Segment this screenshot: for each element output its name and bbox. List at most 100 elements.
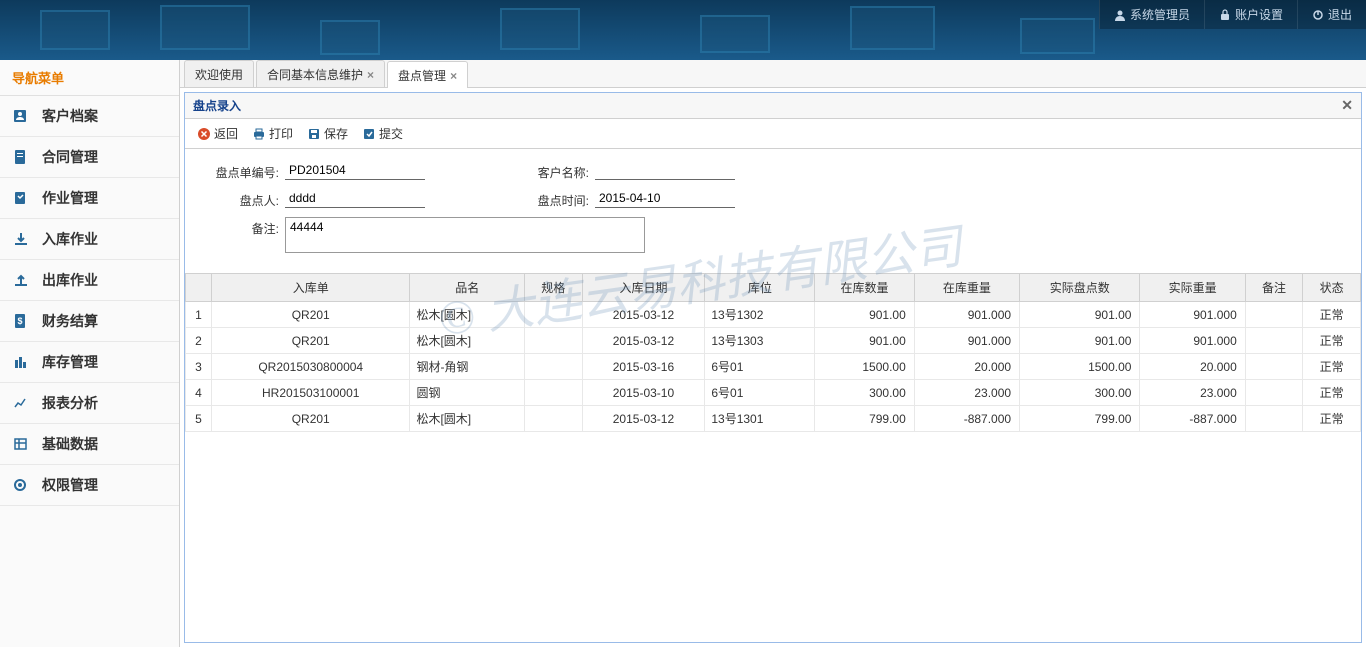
tab-0[interactable]: 欢迎使用 bbox=[184, 60, 254, 87]
column-header[interactable]: 库位 bbox=[705, 274, 815, 302]
nav-icon bbox=[12, 231, 32, 247]
cell-date: 2015-03-16 bbox=[582, 354, 705, 380]
time-input[interactable] bbox=[595, 189, 735, 208]
cell-loc: 13号1303 bbox=[705, 328, 815, 354]
sidebar-item-6[interactable]: 库存管理 bbox=[0, 342, 179, 383]
column-header[interactable]: 入库日期 bbox=[582, 274, 705, 302]
cell-name: 松木[圆木] bbox=[410, 302, 525, 328]
cell-name: 松木[圆木] bbox=[410, 328, 525, 354]
cell-inno: QR201 bbox=[212, 406, 410, 432]
cell-name: 松木[圆木] bbox=[410, 406, 525, 432]
row-num: 3 bbox=[186, 354, 212, 380]
cell-actwt: -887.000 bbox=[1140, 406, 1245, 432]
table-row[interactable]: 5QR201松木[圆木]2015-03-1213号1301799.00-887.… bbox=[186, 406, 1361, 432]
column-header[interactable]: 在库数量 bbox=[815, 274, 914, 302]
cell-spec bbox=[524, 328, 582, 354]
back-button[interactable]: 返回 bbox=[191, 123, 244, 144]
cell-qty: 300.00 bbox=[815, 380, 914, 406]
user-button[interactable]: 系统管理员 bbox=[1099, 0, 1204, 29]
sidebar-item-4[interactable]: 出库作业 bbox=[0, 260, 179, 301]
cell-name: 圆钢 bbox=[410, 380, 525, 406]
column-header[interactable]: 规格 bbox=[524, 274, 582, 302]
remark-textarea[interactable] bbox=[285, 217, 645, 253]
column-header[interactable]: 状态 bbox=[1303, 274, 1361, 302]
cell-date: 2015-03-10 bbox=[582, 380, 705, 406]
cell-actwt: 901.000 bbox=[1140, 302, 1245, 328]
sidebar-item-7[interactable]: 报表分析 bbox=[0, 383, 179, 424]
cell-date: 2015-03-12 bbox=[582, 406, 705, 432]
nav-icon bbox=[12, 477, 32, 493]
panel: 盘点录入 ✕ 返回 打印 保存 bbox=[184, 92, 1362, 643]
column-header[interactable] bbox=[186, 274, 212, 302]
nav-icon bbox=[12, 354, 32, 370]
sidebar-item-label: 基础数据 bbox=[42, 434, 98, 454]
cell-spec bbox=[524, 380, 582, 406]
nav-icon bbox=[12, 149, 32, 165]
column-header[interactable]: 在库重量 bbox=[914, 274, 1019, 302]
cell-qty: 901.00 bbox=[815, 328, 914, 354]
column-header[interactable]: 备注 bbox=[1245, 274, 1303, 302]
person-label: 盘点人: bbox=[205, 189, 285, 209]
tab-label: 欢迎使用 bbox=[195, 66, 243, 83]
panel-title-text: 盘点录入 bbox=[193, 97, 241, 114]
nav-icon bbox=[12, 190, 32, 206]
sidebar-item-3[interactable]: 入库作业 bbox=[0, 219, 179, 260]
cell-actqty: 300.00 bbox=[1020, 380, 1140, 406]
cell-actwt: 20.000 bbox=[1140, 354, 1245, 380]
cell-qty: 901.00 bbox=[815, 302, 914, 328]
sidebar-item-1[interactable]: 合同管理 bbox=[0, 137, 179, 178]
cell-inno: HR201503100001 bbox=[212, 380, 410, 406]
cell-actwt: 23.000 bbox=[1140, 380, 1245, 406]
sidebar-item-label: 合同管理 bbox=[42, 147, 98, 167]
cell-remark bbox=[1245, 302, 1303, 328]
row-num: 2 bbox=[186, 328, 212, 354]
cell-status: 正常 bbox=[1303, 354, 1361, 380]
cell-wt: 23.000 bbox=[914, 380, 1019, 406]
cell-spec bbox=[524, 354, 582, 380]
cell-status: 正常 bbox=[1303, 406, 1361, 432]
tab-close-icon[interactable]: × bbox=[450, 69, 457, 83]
column-header[interactable]: 品名 bbox=[410, 274, 525, 302]
cell-actqty: 1500.00 bbox=[1020, 354, 1140, 380]
print-label: 打印 bbox=[269, 125, 293, 142]
cell-status: 正常 bbox=[1303, 302, 1361, 328]
panel-close-icon[interactable]: ✕ bbox=[1341, 97, 1353, 114]
column-header[interactable]: 实际盘点数 bbox=[1020, 274, 1140, 302]
column-header[interactable]: 实际重量 bbox=[1140, 274, 1245, 302]
save-button[interactable]: 保存 bbox=[301, 123, 354, 144]
sidebar-item-8[interactable]: 基础数据 bbox=[0, 424, 179, 465]
cell-name: 钢材-角钢 bbox=[410, 354, 525, 380]
submit-label: 提交 bbox=[379, 125, 403, 142]
print-button[interactable]: 打印 bbox=[246, 123, 299, 144]
submit-button[interactable]: 提交 bbox=[356, 123, 409, 144]
printer-icon bbox=[252, 127, 266, 141]
table-row[interactable]: 1QR201松木[圆木]2015-03-1213号1302901.00901.0… bbox=[186, 302, 1361, 328]
sidebar-item-label: 财务结算 bbox=[42, 311, 98, 331]
table-row[interactable]: 4HR201503100001圆钢2015-03-106号01300.0023.… bbox=[186, 380, 1361, 406]
table-row[interactable]: 3QR2015030800004钢材-角钢2015-03-166号011500.… bbox=[186, 354, 1361, 380]
person-input[interactable] bbox=[285, 189, 425, 208]
cell-status: 正常 bbox=[1303, 380, 1361, 406]
sidebar-item-0[interactable]: 客户档案 bbox=[0, 96, 179, 137]
tab-1[interactable]: 合同基本信息维护× bbox=[256, 60, 385, 87]
code-input[interactable] bbox=[285, 161, 425, 180]
tab-2[interactable]: 盘点管理× bbox=[387, 61, 468, 88]
account-button[interactable]: 账户设置 bbox=[1204, 0, 1297, 29]
cell-actqty: 901.00 bbox=[1020, 328, 1140, 354]
cell-wt: 901.000 bbox=[914, 328, 1019, 354]
sidebar-item-9[interactable]: 权限管理 bbox=[0, 465, 179, 506]
cell-wt: -887.000 bbox=[914, 406, 1019, 432]
cell-date: 2015-03-12 bbox=[582, 302, 705, 328]
table-row[interactable]: 2QR201松木[圆木]2015-03-1213号1303901.00901.0… bbox=[186, 328, 1361, 354]
tab-close-icon[interactable]: × bbox=[367, 68, 374, 82]
save-icon bbox=[307, 127, 321, 141]
sidebar-item-2[interactable]: 作业管理 bbox=[0, 178, 179, 219]
cell-remark bbox=[1245, 380, 1303, 406]
column-header[interactable]: 入库单 bbox=[212, 274, 410, 302]
sidebar-item-5[interactable]: $财务结算 bbox=[0, 301, 179, 342]
customer-input[interactable] bbox=[595, 161, 735, 180]
cell-spec bbox=[524, 302, 582, 328]
logout-button[interactable]: 退出 bbox=[1297, 0, 1366, 29]
cell-qty: 799.00 bbox=[815, 406, 914, 432]
cell-inno: QR2015030800004 bbox=[212, 354, 410, 380]
